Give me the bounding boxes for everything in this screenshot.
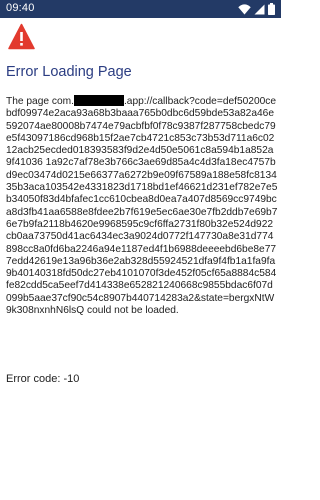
signal-icon [254,4,265,15]
page-title: Error Loading Page [6,64,132,80]
error-message: The page com. .app://callback?code=def502… [6,95,278,317]
url-host-end: .app://callback?code= [123,96,223,107]
warning-triangle-icon [8,23,35,50]
status-time: 09:40 [6,2,35,14]
wifi-icon [238,3,251,15]
error-code: Error code: -10 [6,373,80,385]
status-icons [238,3,275,15]
url-host-start: com. [51,96,74,107]
status-bar: 09:40 [0,0,281,18]
message-prefix: The page [6,96,52,107]
message-suffix: could not be loaded. [84,305,179,317]
battery-icon [268,3,275,15]
url-body: def50200cebdf09974e2aca93a68b3baaa765b0d… [6,96,278,317]
redacted-block [73,95,124,106]
